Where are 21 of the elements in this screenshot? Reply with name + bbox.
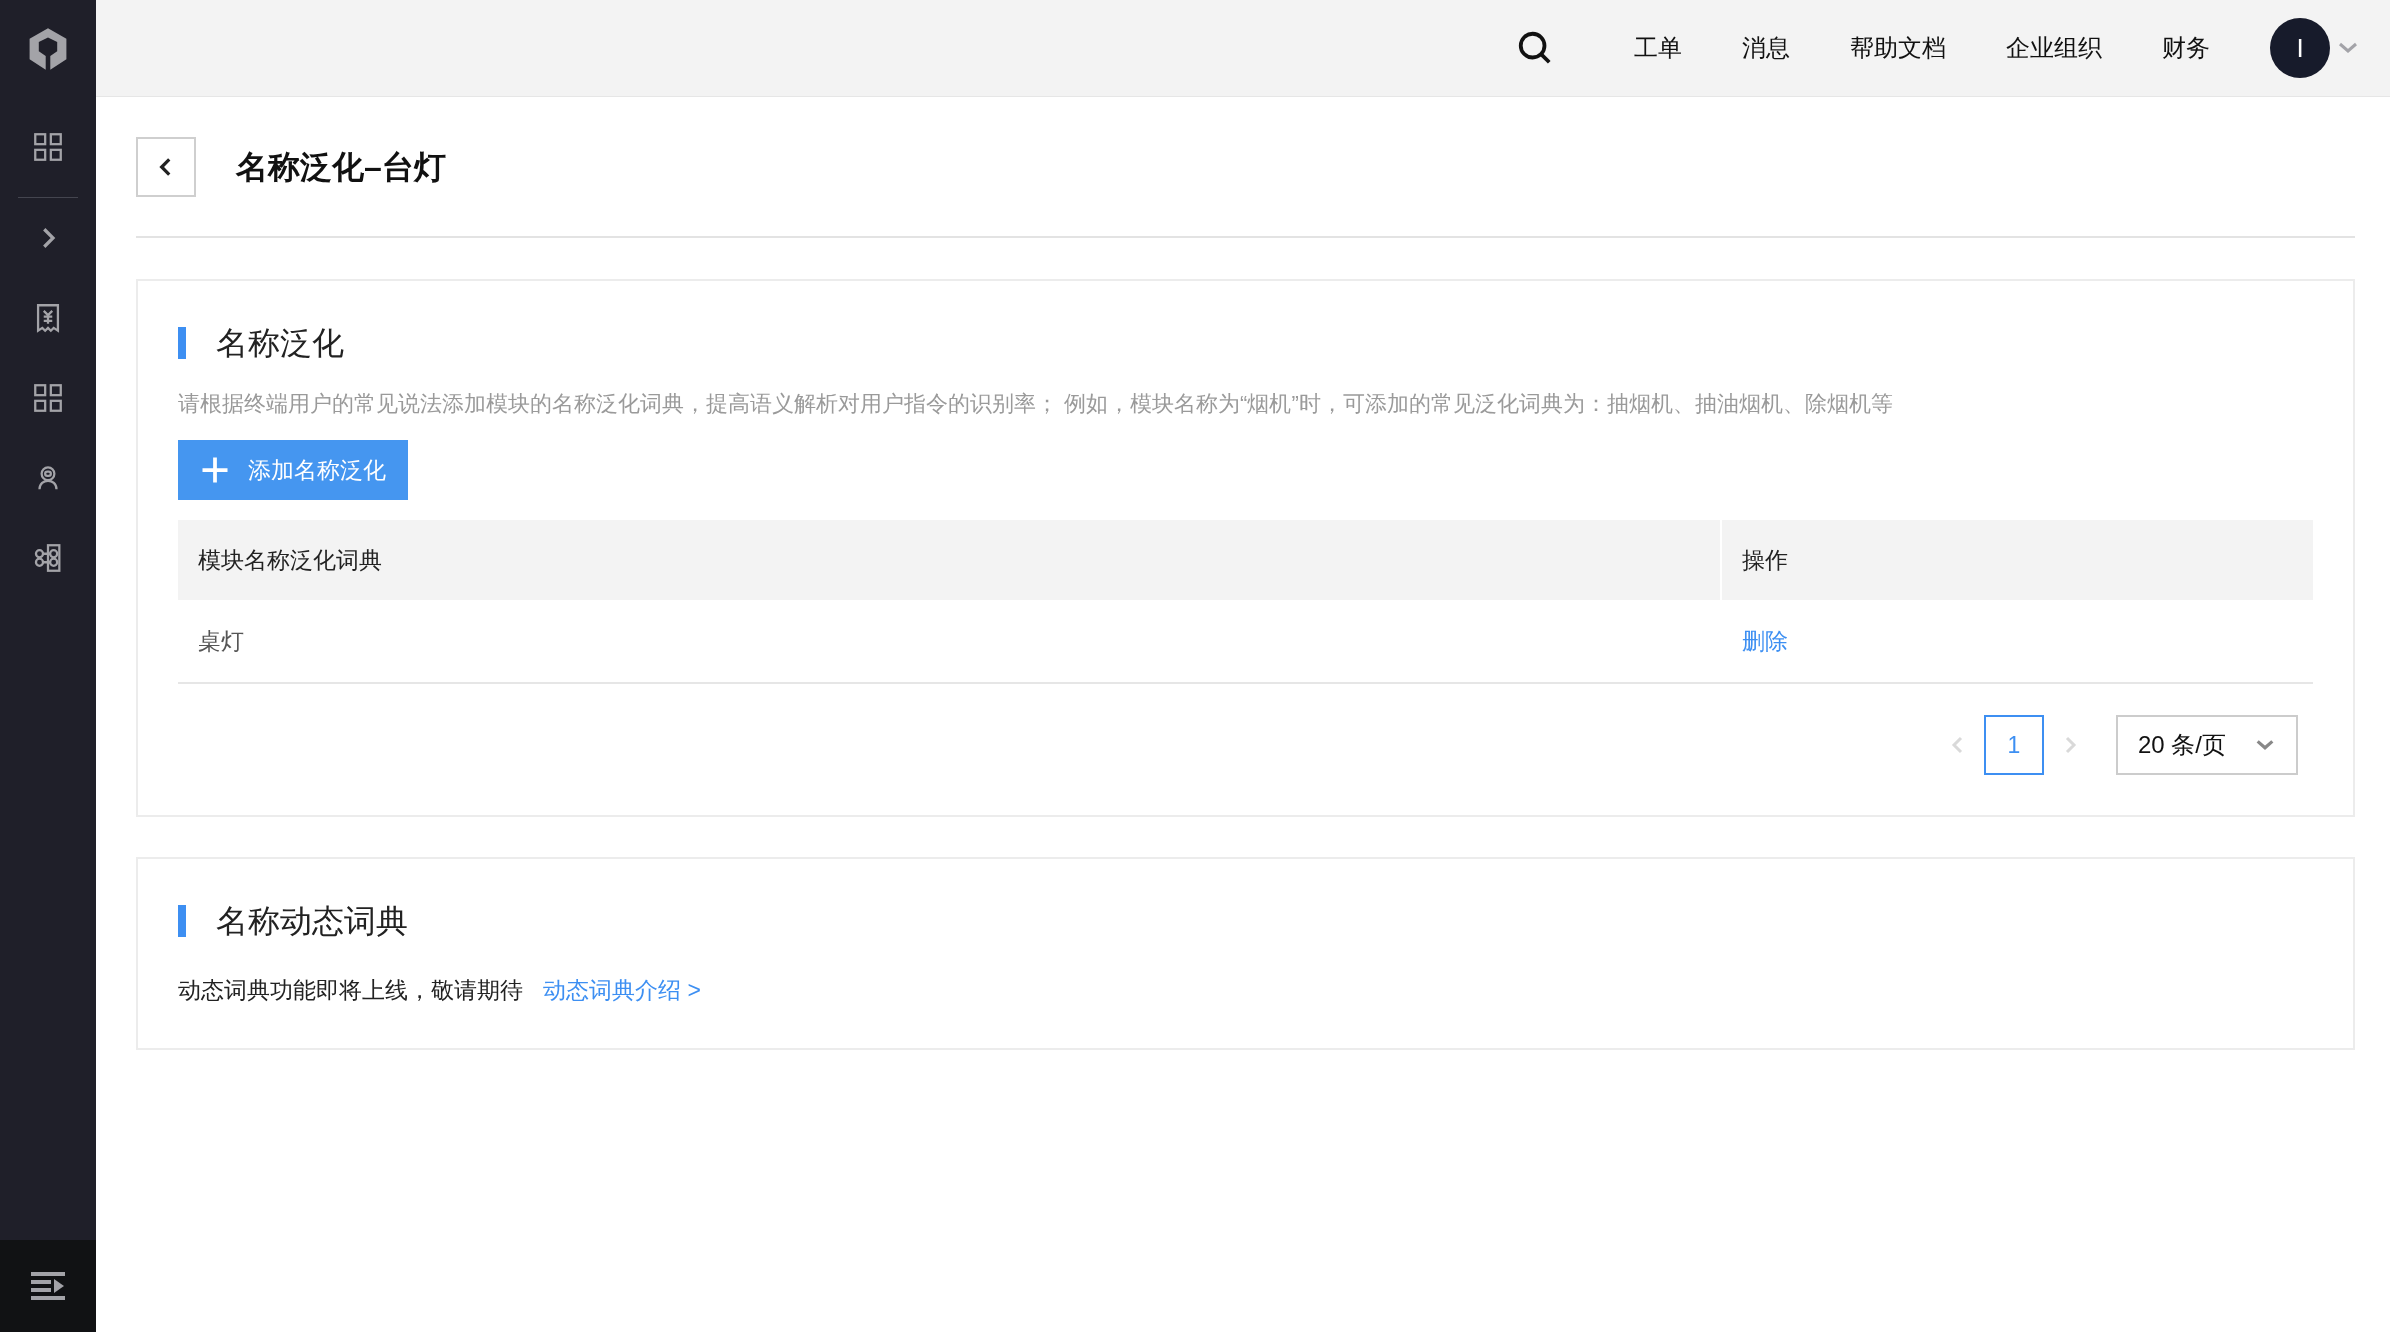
plus-icon [200,455,230,485]
page-size-select[interactable]: 20 条/页 [2116,715,2298,775]
column-header: 模块名称泛化词典 [178,520,1722,600]
grid-icon[interactable] [31,381,65,415]
avatar[interactable]: I [2270,18,2330,78]
section-heading: 名称泛化 [216,324,344,363]
notice-text: 动态词典功能即将上线，敬请期待 [178,976,523,1005]
section-heading: 名称动态词典 [216,902,408,941]
description-text: 请根据终端用户的常见说法添加模块的名称泛化词典，提高语义解析对用户指令的识别率； 例如，模块名称为“烟机”时，可添加的常见泛化词典为：抽烟机、抽油烟机、除烟机等 [178,390,1894,418]
nav-link[interactable]: 工单 [1634,30,1682,66]
grid-icon[interactable] [31,130,65,164]
nav-link[interactable]: 帮助文档 [1850,30,1946,66]
column-header: 操作 [1741,545,1789,575]
nav-link[interactable]: 企业组织 [2006,30,2102,66]
nav-link[interactable]: 财务 [2162,30,2210,66]
nav-link[interactable]: 消息 [1742,30,1790,66]
menu-icon[interactable] [31,1272,65,1300]
page-title: 名称泛化–台灯 [236,147,446,187]
table-cell-text: 桌灯 [197,626,245,656]
accent-bar [178,905,186,937]
accent-bar [178,327,186,359]
